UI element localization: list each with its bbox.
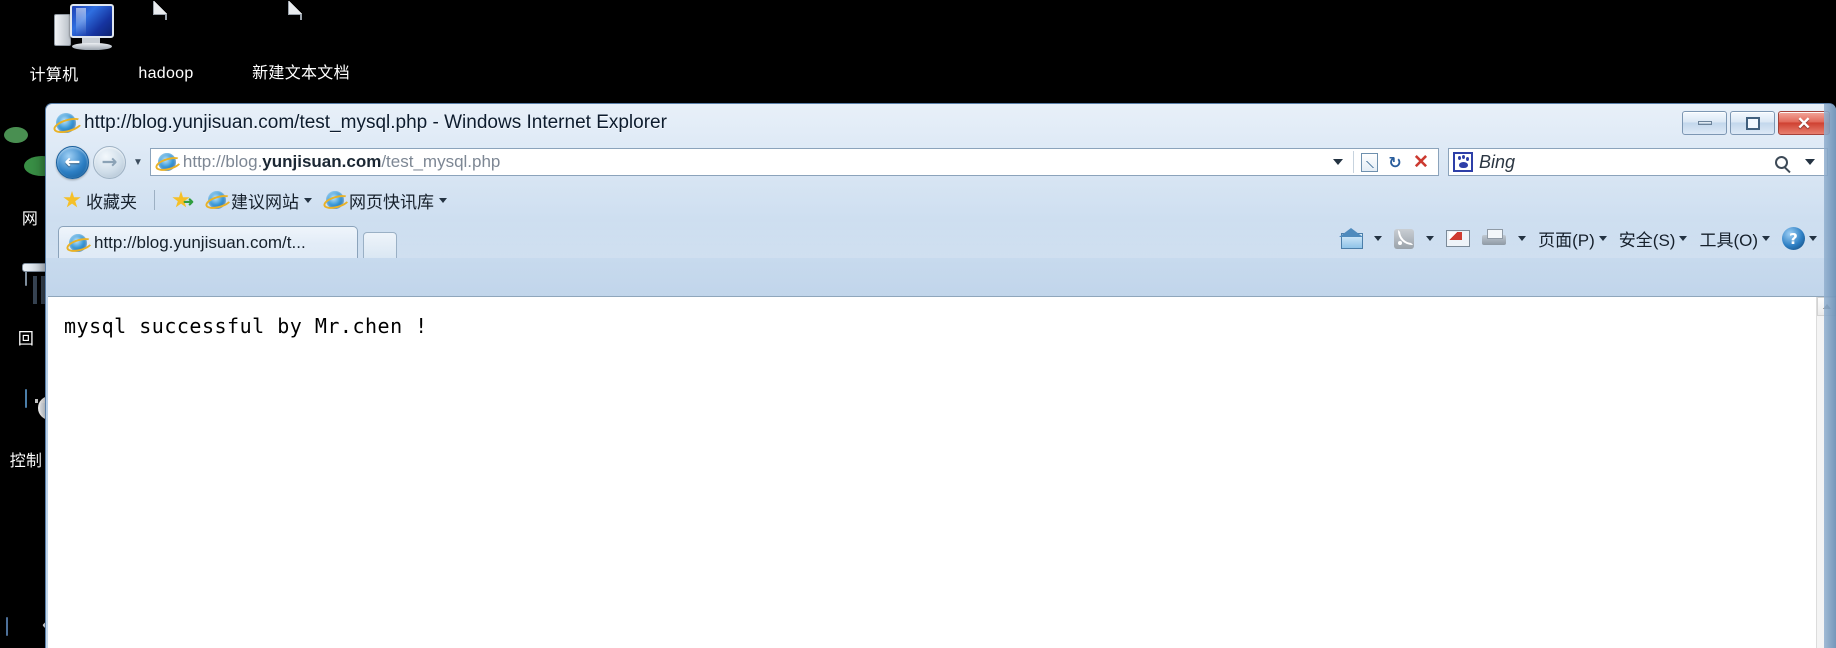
minimize-button[interactable] bbox=[1682, 111, 1727, 135]
help-icon: ? bbox=[1782, 227, 1805, 250]
tab-favicon-icon bbox=[69, 233, 87, 252]
favorite-web-slice-gallery[interactable]: 网页快讯库 bbox=[321, 186, 452, 215]
home-dropdown[interactable] bbox=[1369, 233, 1387, 244]
desktop-icon-label: hadoop bbox=[138, 65, 194, 82]
feeds-dropdown[interactable] bbox=[1421, 233, 1439, 244]
tab-active[interactable]: http://blog.yunjisuan.com/t... bbox=[58, 226, 358, 258]
chevron-down-icon bbox=[1598, 236, 1607, 241]
computer-icon bbox=[2, 4, 114, 62]
page-content: mysql successful by Mr.chen ! bbox=[48, 297, 1816, 648]
print-button[interactable] bbox=[1477, 226, 1511, 252]
ie-logo-icon bbox=[326, 191, 344, 209]
page-menu[interactable]: 页面(P) bbox=[1533, 223, 1612, 254]
help-button[interactable]: ? bbox=[1777, 224, 1822, 253]
favorites-label: 收藏夹 bbox=[86, 192, 137, 212]
maximize-button[interactable] bbox=[1730, 111, 1775, 135]
tab-bar: http://blog.yunjisuan.com/t... 页面(P) 安全(… bbox=[46, 218, 1836, 258]
address-bar-url: http://blog.yunjisuan.com/test_mysql.php bbox=[183, 152, 1318, 172]
search-box[interactable]: Bing bbox=[1448, 148, 1828, 176]
safety-menu-label: 安全(S) bbox=[1618, 231, 1676, 250]
favorite-label: 建议网站 bbox=[231, 192, 299, 212]
minimize-icon bbox=[1697, 121, 1712, 125]
refresh-button[interactable]: ↻ bbox=[1382, 150, 1408, 174]
window-controls: ✕ bbox=[1682, 111, 1830, 135]
navigation-bar: ← → ▼ http://blog.yunjisuan.com/test_mys… bbox=[46, 142, 1836, 182]
divider bbox=[1353, 151, 1354, 173]
divider bbox=[154, 190, 155, 210]
url-prefix: http://blog. bbox=[182, 152, 263, 171]
back-arrow-icon: ← bbox=[64, 150, 81, 173]
search-provider-dropdown[interactable] bbox=[1797, 150, 1823, 174]
url-domain: yunjisuan.com bbox=[262, 152, 382, 171]
desktop-icon-new-text-document[interactable]: 新建文本文档 bbox=[226, 1, 376, 83]
forward-button[interactable]: → bbox=[93, 145, 126, 179]
desktop-icon-hadoop[interactable]: hadoop bbox=[114, 1, 218, 83]
close-icon: ✕ bbox=[1796, 113, 1812, 133]
text-document-icon bbox=[226, 1, 376, 60]
address-bar[interactable]: http://blog.yunjisuan.com/test_mysql.php… bbox=[149, 148, 1439, 176]
chevron-down-icon bbox=[1809, 236, 1817, 241]
desktop-icon-computer[interactable]: 计算机 bbox=[2, 4, 114, 85]
search-input[interactable]: Bing bbox=[1479, 152, 1769, 173]
title-bar: http://blog.yunjisuan.com/test_mysql.php… bbox=[46, 104, 1836, 142]
chevron-down-icon bbox=[439, 197, 447, 203]
compatibility-view-button[interactable] bbox=[1356, 150, 1382, 174]
ie-logo-icon bbox=[56, 113, 76, 133]
internet-explorer-window: http://blog.yunjisuan.com/test_mysql.php… bbox=[45, 103, 1836, 648]
chevron-down-icon bbox=[304, 197, 312, 203]
back-button[interactable]: ← bbox=[56, 145, 89, 179]
desktop-icon-label: 新建文本文档 bbox=[252, 65, 350, 82]
stop-icon: ✕ bbox=[1413, 151, 1429, 173]
close-button[interactable]: ✕ bbox=[1778, 111, 1830, 135]
ie-logo-icon bbox=[208, 191, 226, 209]
address-dropdown-button[interactable] bbox=[1325, 150, 1351, 174]
desktop-icon-label: 计算机 bbox=[29, 67, 79, 84]
favorite-label: 网页快讯库 bbox=[349, 192, 434, 212]
window-right-edge bbox=[1824, 104, 1836, 648]
safety-menu[interactable]: 安全(S) bbox=[1614, 223, 1693, 254]
favorite-suggested-sites[interactable]: 建议网站 bbox=[203, 186, 317, 215]
tab-label: http://blog.yunjisuan.com/t... bbox=[94, 232, 306, 252]
printer-icon bbox=[1482, 228, 1507, 249]
new-tab-button[interactable] bbox=[363, 232, 397, 258]
page-menu-label: 页面(P) bbox=[1538, 231, 1595, 250]
add-star-icon: ➜ bbox=[172, 191, 194, 209]
refresh-icon: ↻ bbox=[1388, 152, 1402, 172]
tools-menu[interactable]: 工具(O) bbox=[1694, 223, 1775, 254]
read-mail-button[interactable] bbox=[1441, 227, 1475, 250]
chevron-down-icon bbox=[1679, 236, 1688, 241]
home-icon bbox=[1339, 227, 1364, 249]
command-bar: 页面(P) 安全(S) 工具(O) ? bbox=[1335, 223, 1836, 258]
favorites-center-button[interactable]: 收藏夹 bbox=[58, 186, 142, 215]
page-favicon-icon bbox=[157, 153, 176, 171]
print-dropdown[interactable] bbox=[1513, 233, 1531, 244]
home-button[interactable] bbox=[1335, 226, 1367, 252]
forward-arrow-icon: → bbox=[101, 150, 118, 173]
search-icon[interactable] bbox=[1775, 155, 1788, 169]
desktop: 计算机 hadoop 新建文本文档 网 回 控制 ↱ http://blog.y… bbox=[0, 0, 1836, 648]
baidu-paw-icon bbox=[1453, 152, 1473, 172]
maximize-icon bbox=[1745, 116, 1760, 130]
mail-icon bbox=[1446, 230, 1471, 247]
compatibility-view-icon bbox=[1360, 152, 1378, 172]
star-icon bbox=[63, 191, 81, 208]
stop-button[interactable]: ✕ bbox=[1408, 150, 1434, 174]
page-body-text: mysql successful by Mr.chen ! bbox=[64, 314, 428, 338]
feeds-button[interactable] bbox=[1389, 226, 1419, 252]
shortcut-overlay-icon[interactable] bbox=[6, 617, 40, 648]
favorites-bar: 收藏夹 ➜ 建议网站 网页快讯库 bbox=[46, 182, 1836, 218]
url-suffix: /test_mysql.php bbox=[381, 152, 501, 171]
tools-menu-label: 工具(O) bbox=[1699, 231, 1758, 250]
page-viewport: mysql successful by Mr.chen ! bbox=[48, 296, 1836, 648]
window-title: http://blog.yunjisuan.com/test_mysql.php… bbox=[84, 112, 667, 133]
add-to-favorites-bar-button[interactable]: ➜ bbox=[167, 189, 199, 211]
text-document-icon bbox=[114, 1, 218, 60]
recent-pages-dropdown[interactable]: ▼ bbox=[130, 157, 146, 168]
rss-icon bbox=[1394, 228, 1415, 249]
chevron-down-icon bbox=[1762, 236, 1770, 241]
